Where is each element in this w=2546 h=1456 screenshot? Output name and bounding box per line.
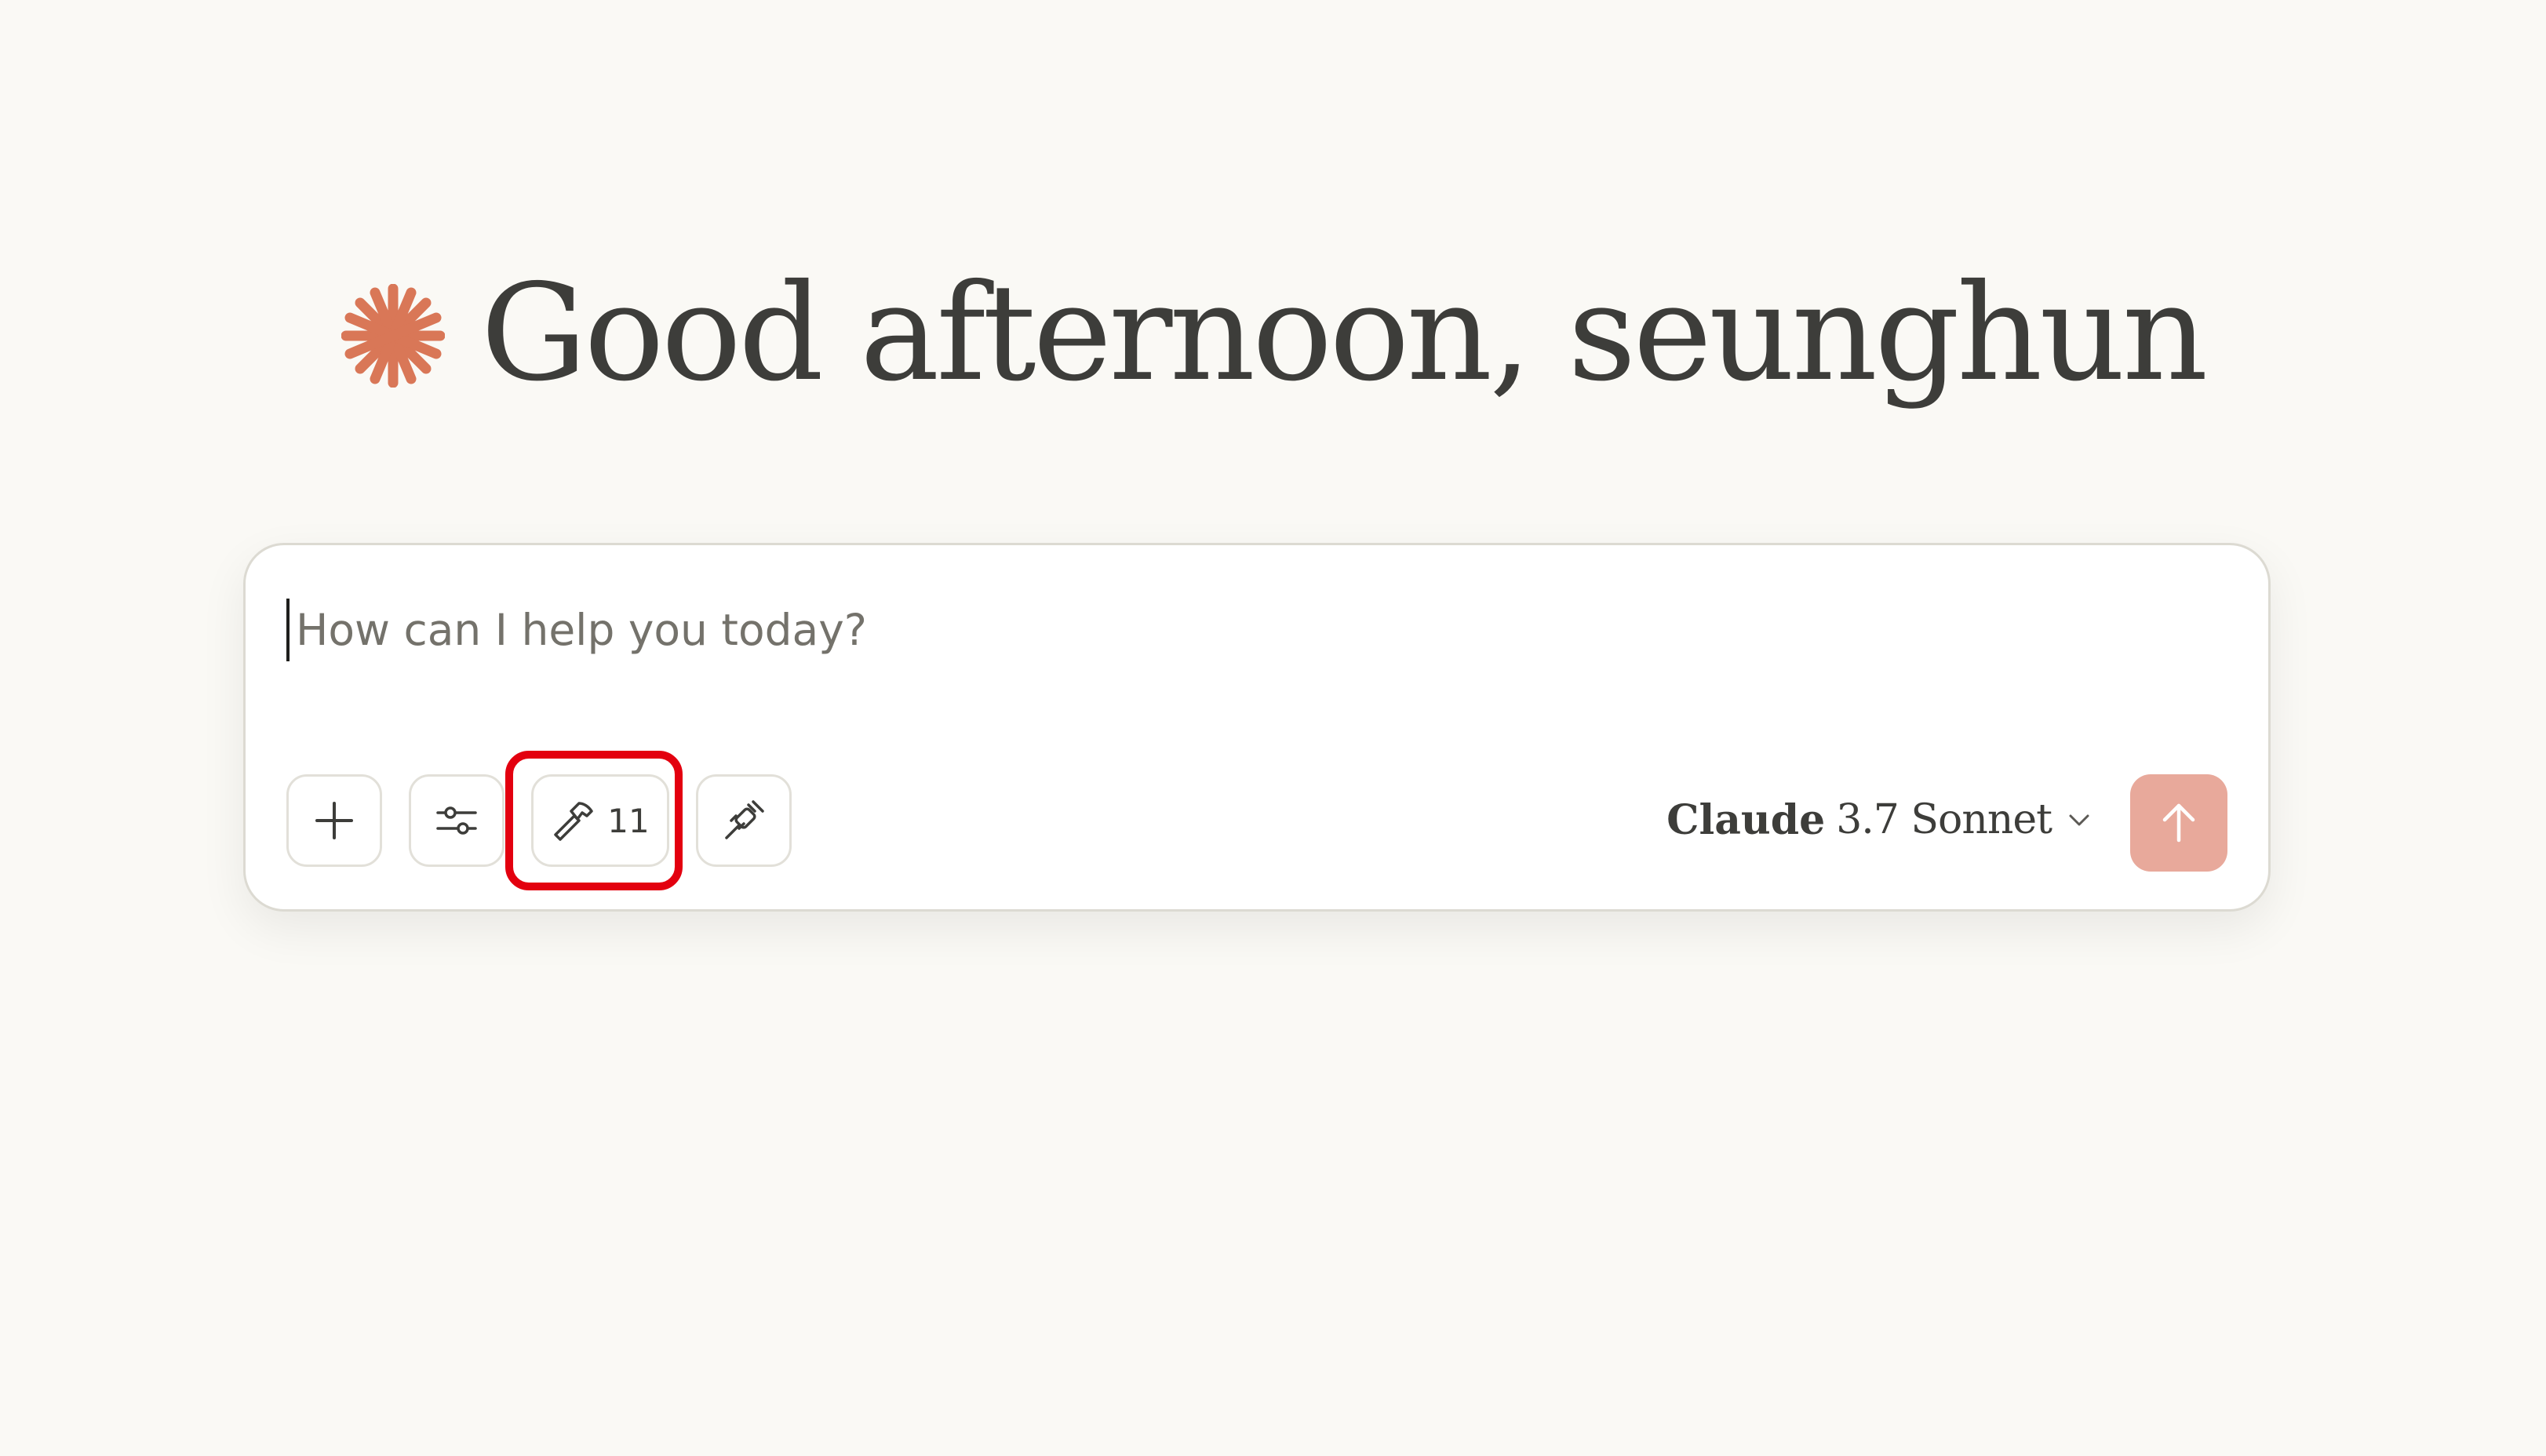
plus-icon (315, 802, 353, 839)
tools-count: 11 (607, 801, 650, 840)
send-button[interactable] (2130, 774, 2227, 872)
greeting-text: Good afternoon, seunghun (480, 256, 2209, 411)
add-attachment-button[interactable] (286, 774, 382, 867)
arrow-up-icon (2162, 803, 2195, 843)
integrations-button[interactable] (696, 774, 792, 867)
spark-icon (341, 284, 445, 388)
message-composer: 11 Claude 3.7 Sonnet (243, 543, 2271, 912)
plug-icon (725, 800, 764, 839)
greeting-header: Good afternoon, seunghun (0, 267, 2546, 400)
hammer-icon (554, 802, 594, 841)
tools-button[interactable]: 11 (531, 774, 669, 867)
model-selector[interactable]: Claude 3.7 Sonnet (1666, 781, 2091, 859)
chevron-down-icon (2069, 814, 2089, 826)
model-version: 3.7 Sonnet (1836, 796, 2052, 843)
prompt-input[interactable] (286, 599, 2179, 661)
model-name: Claude (1666, 795, 1826, 844)
sliders-icon (436, 806, 477, 835)
options-button[interactable] (409, 774, 504, 867)
